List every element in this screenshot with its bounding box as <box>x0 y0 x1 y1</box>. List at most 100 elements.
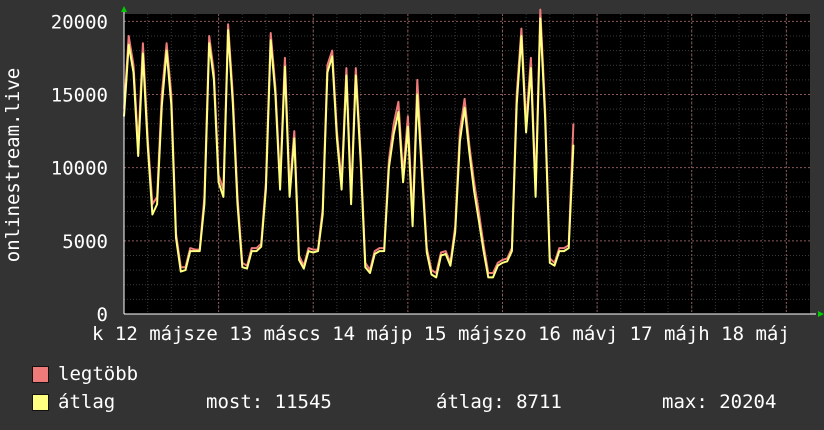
series-line-avg-point <box>303 268 305 270</box>
series-line-max-point <box>227 23 229 25</box>
stat-average: átlag: 8711 <box>436 391 562 413</box>
series-line-max-point <box>355 67 357 69</box>
series-line-max-point <box>166 42 168 44</box>
series-line-avg-point <box>279 189 281 191</box>
series-line-avg-point <box>175 237 177 239</box>
series-line-avg-point <box>255 250 258 252</box>
series-line-avg-point <box>563 250 565 252</box>
series-line-avg-point <box>492 276 494 278</box>
series-line-avg-point <box>549 262 551 264</box>
series-line-avg-point <box>539 17 541 19</box>
series-line-avg-point <box>369 272 371 274</box>
chart-stage: 0 5000 10000 15000 20000 onlinestream.live k… <box>0 0 824 430</box>
series-line-avg-point <box>161 105 163 107</box>
series-line-avg-point <box>293 137 295 139</box>
series-line-avg-point <box>218 181 220 183</box>
series-line-avg-point <box>468 152 470 154</box>
series-line-avg-point <box>307 250 310 252</box>
series-line-avg-point <box>374 253 376 255</box>
y-tick-label: 15000 <box>51 84 108 106</box>
series-line-avg-point <box>506 260 508 262</box>
series-line-max-point <box>407 115 409 117</box>
series-line-max-point <box>128 35 130 37</box>
series-line-avg-point <box>440 254 442 257</box>
series-line-avg-point <box>487 276 489 278</box>
series-line-avg-point <box>435 276 437 278</box>
series-line-avg-point <box>412 225 414 227</box>
legend-label-avg: átlag <box>58 391 116 413</box>
series-line-avg-point <box>449 265 451 267</box>
series-line-avg-point <box>232 102 234 104</box>
series-line-avg-point <box>535 196 537 198</box>
series-line-avg-point <box>568 247 570 249</box>
series-line-avg-point <box>180 271 182 273</box>
chart-svg: 05000100001500020000 onlinestream.live k… <box>2 6 824 345</box>
series-line-avg-point <box>525 131 527 134</box>
series-line-max-point <box>331 50 333 52</box>
x-axis-tick-labels: k 12 májsze 13 máscs 14 májp 15 májszo 1… <box>92 323 790 345</box>
series-line-avg-point <box>289 196 291 198</box>
series-line-avg-point <box>388 167 390 169</box>
series-line-avg-point <box>558 250 560 252</box>
series-line-max-point <box>397 101 399 103</box>
series-line-max-point <box>293 130 295 132</box>
series-line-avg-point <box>142 52 144 55</box>
series-line-max-point <box>189 247 191 249</box>
series-line-avg-point <box>572 144 575 146</box>
series-line-avg-point <box>208 42 210 44</box>
y-tick-label: 20000 <box>51 11 108 33</box>
series-line-avg-point <box>336 137 338 139</box>
series-line-max-point <box>326 64 328 66</box>
series-line-avg-point <box>350 203 352 205</box>
series-line-max-point <box>520 28 523 30</box>
series-line-avg-point <box>497 265 499 267</box>
series-line-avg-point <box>260 246 262 248</box>
series-line-avg-point <box>478 219 480 221</box>
legend-label-max: legtöbb <box>58 363 139 385</box>
series-line-avg-point <box>137 155 139 157</box>
y-axis-ticks: 05000100001500020000 <box>51 11 108 326</box>
series-line-avg-point <box>516 104 518 106</box>
series-line-max-point <box>345 67 347 69</box>
series-line-avg-point <box>364 266 366 268</box>
series-line-avg-point <box>402 181 404 183</box>
series-line-avg-point <box>227 29 229 31</box>
series-line-avg-point <box>326 71 328 74</box>
series-line-avg-point <box>501 262 504 264</box>
series-line-avg-point <box>128 44 130 46</box>
series-line-avg-point <box>199 250 201 252</box>
series-line-max-point <box>539 9 541 11</box>
series-line-avg-point <box>284 66 286 68</box>
series-line-max-point <box>255 247 258 249</box>
y-tick-label: 10000 <box>51 158 108 180</box>
series-line-avg-point <box>473 190 475 192</box>
series-line-max-point <box>194 249 196 251</box>
series-line-avg-point <box>270 39 272 41</box>
series-line-avg-point <box>530 67 532 69</box>
series-line-max-point <box>284 57 286 59</box>
series-line-max-point <box>492 272 494 274</box>
series-line-max-point <box>445 250 447 252</box>
stat-now: most: 11545 <box>206 391 332 413</box>
legend-swatch-avg <box>32 394 49 411</box>
series-line-max-point <box>251 247 253 249</box>
series-line-avg-point <box>189 250 191 252</box>
series-line-avg-point <box>132 71 135 74</box>
series-line-avg-point <box>454 231 456 233</box>
series-line-avg-point <box>407 126 409 128</box>
y-axis-label: onlinestream.live <box>2 68 24 262</box>
series-line-avg-point <box>203 203 205 205</box>
series-line-avg-point <box>483 250 485 252</box>
series-line-max-point <box>312 249 314 251</box>
series-line-max-point <box>572 123 575 125</box>
series-line-avg-point <box>416 93 418 96</box>
series-line-avg-point <box>393 133 395 135</box>
y-axis-arrow-icon <box>121 6 127 12</box>
series-line-avg-point <box>298 259 300 261</box>
series-line-avg-point <box>553 265 556 267</box>
series-line-avg-point <box>166 50 168 52</box>
series-line-max-point <box>378 247 381 249</box>
series-line-avg-point <box>156 203 158 205</box>
series-line-avg-point <box>184 269 187 271</box>
series-line-max-point <box>530 57 532 59</box>
